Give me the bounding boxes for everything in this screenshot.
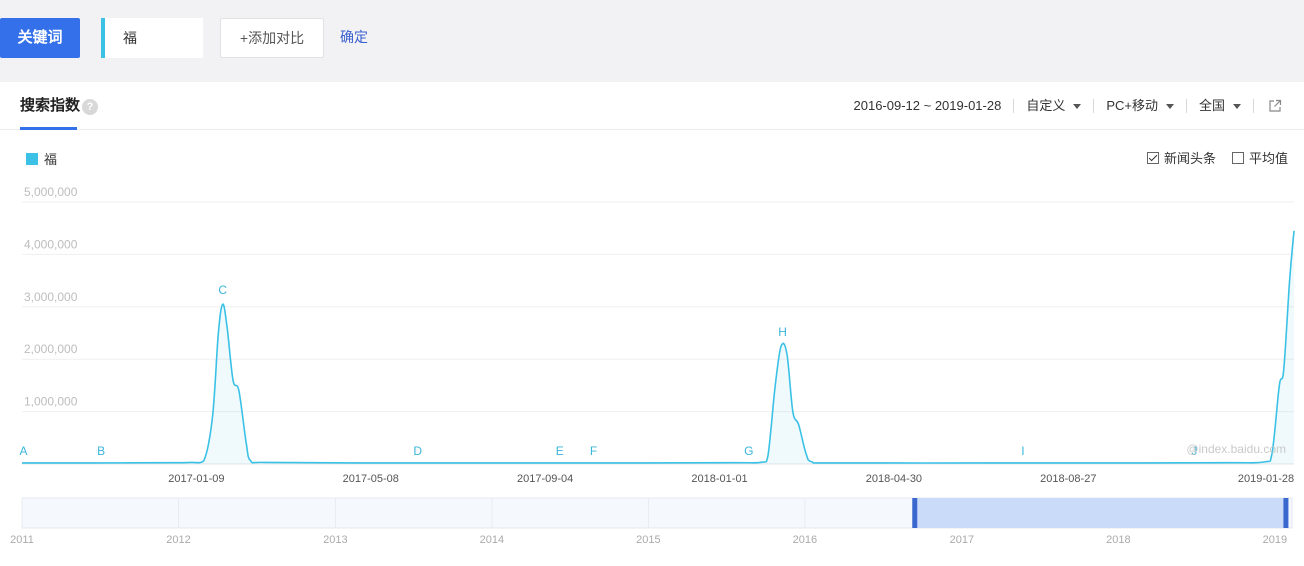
y-tick-label: 1,000,000 bbox=[24, 395, 78, 409]
x-tick-label: 2017-09-04 bbox=[517, 473, 573, 485]
annotation-e: E bbox=[556, 444, 564, 458]
annotation-g: G bbox=[744, 444, 753, 458]
overview-year-label: 2016 bbox=[793, 534, 817, 546]
annotation-a: A bbox=[19, 444, 27, 458]
overview-handle-right[interactable] bbox=[1283, 498, 1289, 528]
overview-year-label: 2018 bbox=[1106, 534, 1130, 546]
annotation-d: D bbox=[413, 444, 422, 458]
overview-year-label: 2012 bbox=[166, 534, 190, 546]
y-tick-label: 4,000,000 bbox=[24, 237, 78, 251]
annotation-i: I bbox=[1021, 444, 1024, 458]
y-tick-label: 2,000,000 bbox=[24, 342, 78, 356]
watermark: @index.baidu.com bbox=[1186, 442, 1286, 456]
annotation-b: B bbox=[97, 444, 105, 458]
overview-year-label: 2017 bbox=[950, 534, 974, 546]
x-tick-label: 2018-01-01 bbox=[691, 473, 747, 485]
overview-year-label: 2011 bbox=[10, 534, 34, 546]
overview-year-label: 2019 bbox=[1263, 534, 1287, 546]
annotation-h: H bbox=[778, 325, 787, 339]
annotation-c: C bbox=[218, 283, 227, 297]
annotation-f: F bbox=[590, 444, 597, 458]
x-tick-label: 2017-01-09 bbox=[168, 473, 224, 485]
overview-handle-left[interactable] bbox=[912, 498, 918, 528]
x-tick-label: 2018-08-27 bbox=[1040, 473, 1096, 485]
y-tick-label: 3,000,000 bbox=[24, 290, 78, 304]
x-tick-label: 2018-04-30 bbox=[866, 473, 922, 485]
overview-year-label: 2014 bbox=[480, 534, 504, 546]
overview-year-label: 2013 bbox=[323, 534, 347, 546]
search-index-chart: 5,000,000 4,000,000 3,000,000 2,000,000 1,00… bbox=[10, 185, 1295, 546]
overview-selection[interactable] bbox=[914, 498, 1287, 528]
overview-year-label: 2015 bbox=[636, 534, 660, 546]
y-tick-label: 5,000,000 bbox=[24, 185, 78, 199]
x-tick-label: 2017-05-08 bbox=[343, 473, 399, 485]
x-tick-label: 2019-01-28 bbox=[1238, 473, 1294, 485]
series-area bbox=[22, 230, 1294, 464]
